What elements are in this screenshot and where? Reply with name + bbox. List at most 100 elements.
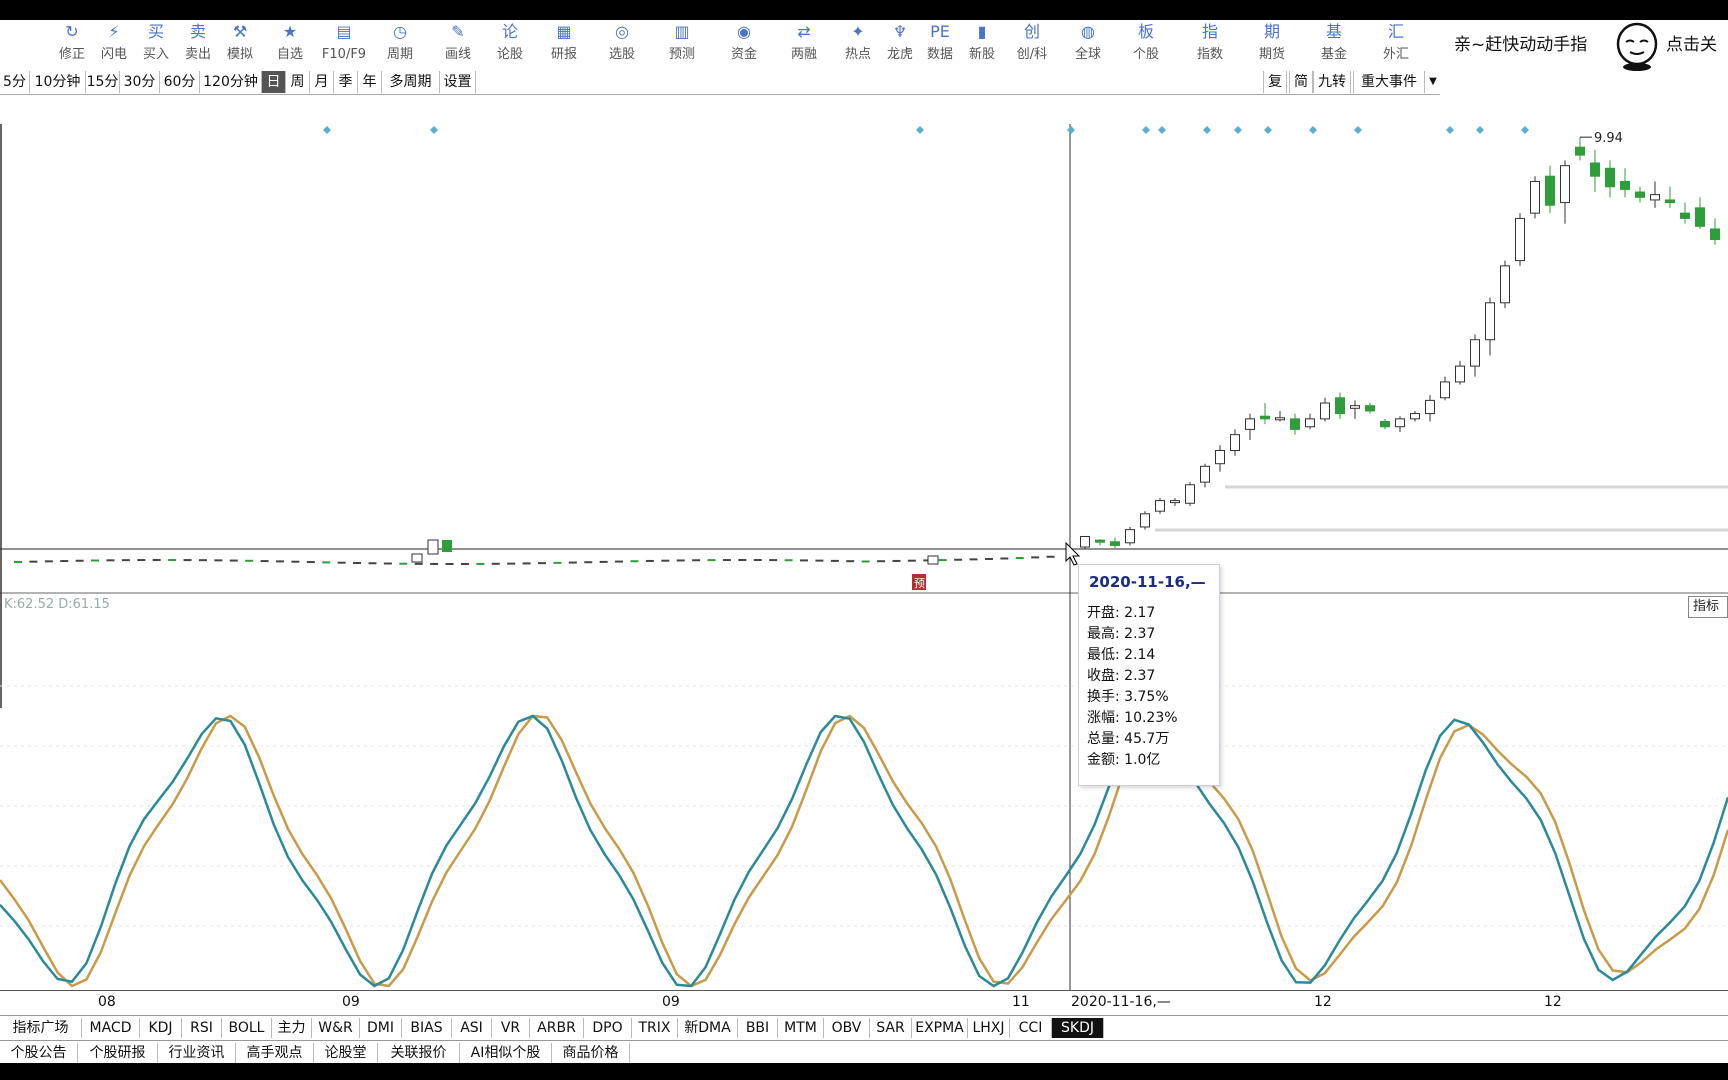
candle-flat — [984, 557, 993, 560]
period-bar: 5分 10分钟 15分 30分 60分 120分钟日周月季年多周期 设置 复简九转 重大事件 ▼ — [0, 70, 1440, 95]
event-diamond[interactable] — [1158, 126, 1166, 134]
candle-flat — [229, 559, 238, 562]
indicator-tab-1[interactable]: MACD — [82, 1018, 140, 1038]
indicator-tab-18[interactable]: SAR — [870, 1018, 912, 1038]
event-diamond[interactable] — [1203, 126, 1211, 134]
indicator-tab-9[interactable]: ASI — [452, 1018, 492, 1038]
indicator-tab-15[interactable]: BBI — [738, 1018, 778, 1038]
indicator-tab-19[interactable]: EXPMA — [912, 1018, 968, 1038]
indicator-tab-22[interactable]: SKDJ — [1052, 1018, 1104, 1038]
indicator-tab-21[interactable]: CCI — [1010, 1018, 1052, 1038]
indicator-tab-0[interactable]: 指标广场 — [0, 1018, 82, 1038]
indicator-tab-17[interactable]: OBV — [824, 1018, 870, 1038]
indicator-tab-5[interactable]: 主力 — [272, 1018, 312, 1038]
toolbar-button-5[interactable]: ★ 自选 — [264, 20, 316, 68]
toolbar-button-12[interactable]: ▥ 预测 — [656, 20, 708, 68]
toolbar-button-14[interactable]: ⇄ 两融 — [778, 20, 830, 68]
promo-text-follow: 点击关 — [1666, 35, 1717, 55]
indicator-tab-4[interactable]: BOLL — [222, 1018, 272, 1038]
toolbar-button-20[interactable]: ◍ 全球 — [1062, 20, 1114, 68]
toolbar-button-6[interactable]: ▤ F10/F9 — [318, 20, 370, 68]
candle-body — [1230, 434, 1240, 451]
period-tab-6[interactable]: 日 — [262, 71, 286, 93]
indicator-tab-16[interactable]: MTM — [778, 1018, 824, 1038]
period-tab-2[interactable]: 15分 — [86, 71, 120, 93]
event-diamond[interactable] — [1476, 126, 1484, 134]
indicator-tab-2[interactable]: KDJ — [140, 1018, 182, 1038]
period-tab-4[interactable]: 60分 — [160, 71, 200, 93]
indicator-tab-10[interactable]: VR — [492, 1018, 530, 1038]
indicator-tab-14[interactable]: 新DMA — [678, 1018, 738, 1038]
right-tool-0[interactable]: 复 — [1263, 71, 1287, 93]
event-diamond[interactable] — [1354, 126, 1362, 134]
toolbar-button-11[interactable]: ◎ 选股 — [596, 20, 648, 68]
indicator-tab-3[interactable]: RSI — [182, 1018, 222, 1038]
event-diamond[interactable] — [430, 126, 438, 134]
toolbar-button-23[interactable]: 期期货 — [1246, 20, 1298, 68]
period-tab-3[interactable]: 30分 — [120, 71, 160, 93]
candle-body — [1140, 513, 1150, 528]
period-tab-12[interactable]: 设置 — [440, 71, 476, 93]
info-tab-2[interactable]: 行业资讯 — [158, 1043, 236, 1063]
info-tab-0[interactable]: 个股公告 — [0, 1043, 78, 1063]
promo-banner[interactable]: 亲~赶快动动手指 点击关 — [1446, 20, 1728, 76]
info-tab-6[interactable]: AI相似个股 — [460, 1043, 552, 1063]
period-tab-8[interactable]: 月 — [310, 71, 334, 93]
indicator-tab-20[interactable]: LHXJ — [968, 1018, 1010, 1038]
info-tab-3[interactable]: 高手观点 — [236, 1043, 314, 1063]
period-tab-9[interactable]: 季 — [334, 71, 358, 93]
right-tool-1[interactable]: 简 — [1289, 71, 1313, 93]
event-diamond[interactable] — [1521, 126, 1529, 134]
event-diamond[interactable] — [1264, 126, 1272, 134]
indicator-tab-13[interactable]: TRIX — [632, 1018, 678, 1038]
info-tab-4[interactable]: 论股堂 — [314, 1043, 378, 1063]
toolbar-button-7[interactable]: ◷ 周期 — [374, 20, 426, 68]
info-tab-5[interactable]: 关联报价 — [378, 1043, 460, 1063]
candle-flat — [414, 562, 423, 565]
toolbar-button-22[interactable]: 指指数 — [1184, 20, 1236, 68]
period-tab-7[interactable]: 周 — [286, 71, 310, 93]
toolbar-button-4[interactable]: ⚒ 模拟 — [214, 20, 266, 68]
candle-flat — [800, 559, 808, 562]
event-diamond[interactable] — [916, 126, 924, 134]
event-diamond[interactable] — [1309, 126, 1317, 134]
candle-body — [1260, 415, 1270, 420]
candle-body — [1320, 402, 1330, 420]
toolbar-button-10[interactable]: ▦ 研报 — [538, 20, 590, 68]
period-tab-10[interactable]: 年 — [358, 71, 382, 93]
toolbar-button-21[interactable]: 板个股 — [1120, 20, 1172, 68]
toolbar-button-19[interactable]: 创创/科 — [1006, 20, 1058, 68]
tooltip-colon: : — [1115, 689, 1125, 705]
event-diamond[interactable] — [1446, 126, 1454, 134]
x-axis-cursor-date: 2020-11-16,— — [1071, 994, 1171, 1010]
info-tab-1[interactable]: 个股研报 — [78, 1043, 158, 1063]
right-tool-2[interactable]: 九转 — [1313, 71, 1351, 93]
period-tab-0[interactable]: 5分 — [0, 71, 30, 93]
tooltip-row: 最高: 2.37 — [1087, 624, 1155, 644]
right-tool-3[interactable]: 重大事件 — [1353, 71, 1425, 93]
toolbar-button-13[interactable]: ◉ 资金 — [718, 20, 770, 68]
period-tab-5[interactable]: 120分钟 — [200, 71, 262, 93]
period-tab-1[interactable]: 10分钟 — [30, 71, 86, 93]
dropdown-arrow-icon[interactable]: ▼ — [1427, 71, 1439, 93]
indicator-button[interactable]: 指标 — [1688, 596, 1728, 618]
tooltip-value: 2.14 — [1124, 647, 1156, 663]
tooltip-row: 换手: 3.75% — [1087, 687, 1169, 707]
indicator-tab-7[interactable]: DMI — [360, 1018, 402, 1038]
toolbar-button-24[interactable]: 基基金 — [1308, 20, 1360, 68]
period-tab-11[interactable]: 多周期 — [382, 71, 440, 93]
toolbar-button-8[interactable]: ✎ 画线 — [432, 20, 484, 68]
indicator-tab-11[interactable]: ARBR — [530, 1018, 584, 1038]
indicator-tab-12[interactable]: DPO — [584, 1018, 632, 1038]
candle-body — [1425, 399, 1435, 415]
event-diamond[interactable] — [323, 126, 331, 134]
indicator-tab-6[interactable]: W&R — [312, 1018, 360, 1038]
event-diamond[interactable] — [1067, 126, 1075, 134]
toolbar-button-18[interactable]: ▮ 新股 — [956, 20, 1008, 68]
event-diamond[interactable] — [1142, 126, 1150, 134]
indicator-tab-8[interactable]: BIAS — [402, 1018, 452, 1038]
event-diamond[interactable] — [1234, 126, 1242, 134]
toolbar-button-25[interactable]: 汇外汇 — [1370, 20, 1422, 68]
info-tab-7[interactable]: 商品价格 — [552, 1043, 630, 1063]
toolbar-button-9[interactable]: 论论股 — [484, 20, 536, 68]
